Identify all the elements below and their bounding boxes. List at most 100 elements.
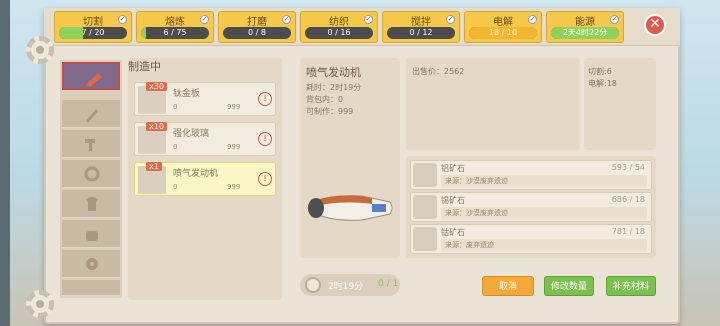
supply-materials-button[interactable]: 补充材料 [606,276,656,296]
progress-value: 0 / 16 [327,28,351,37]
material-name: 锡矿石 [441,196,465,205]
category-2[interactable] [62,100,120,128]
detail-name: 喷气发动机 [306,66,361,79]
item-count: x1 [146,162,162,171]
item-count: x30 [146,82,167,91]
item-stock: 0 [173,143,178,151]
material-name: 铝矿石 [441,164,465,173]
tab-polishing[interactable]: 打磨 ✓ 0 / 8 [218,11,296,43]
material-source: 来源：沙漠废弃遗迹 [441,175,647,187]
item-icon: x10 [138,122,167,154]
progress-value: 0 / 8 [248,28,266,37]
jet-engine-icon [307,195,393,221]
category-cutting[interactable] [62,62,120,90]
material-source: 来源：沙漠废弃遗迹 [441,207,647,219]
progress-value: 6 / 75 [163,28,187,37]
pot-icon [86,231,98,241]
progress-bar: 0 / 12 [387,27,455,39]
item-detail: 喷气发动机 耗时：2时19分 背包内：0 可制作：999 [300,58,400,258]
item-name: 强化玻璃 [173,129,210,139]
progress-bar: 2天4时22分 [551,27,619,39]
ring-icon [84,166,100,182]
check-icon: ✓ [200,15,209,24]
detail-craftable: 可制作：999 [306,107,354,116]
item-icon: x1 [138,162,166,194]
hammer-icon [85,139,95,151]
progress-bar: 0 / 8 [223,27,291,39]
item-max: 999 [227,143,241,151]
progress-value: 0 / 12 [409,28,433,37]
check-icon: ✓ [282,15,291,24]
material-item[interactable]: 锡矿石 686 / 18 来源：沙漠废弃遗迹 [410,192,652,222]
screen-edge [0,0,10,326]
crafting-queue: 制造中 x30 钛金板 0 999 ! x10 强化玻璃 0 999 ! x1 … [128,58,282,300]
material-source: 来源：废弃遗迹 [441,239,647,251]
tab-smelting[interactable]: 熔炼 ✓ 6 / 75 [136,11,214,43]
close-button[interactable]: ✕ [644,14,666,36]
timer-text: 2时19分 [328,282,364,292]
gear-decoration-icon [26,36,54,64]
progress-value: 18 / 10 [488,28,518,37]
material-count: 686 / 18 [611,195,645,204]
progress-value: 2天4时22分 [562,28,608,37]
pen-icon [86,109,98,123]
ore-icon [413,227,437,251]
item-stock: 0 [173,103,178,111]
tab-mixing[interactable]: 搅拌 ✓ 0 / 12 [382,11,460,43]
tab-electrolysis[interactable]: 电解 ✓ 18 / 10 [464,11,542,43]
warning-icon: ! [258,92,272,106]
item-max: 999 [227,183,241,191]
progress-bar: 0 / 16 [305,27,373,39]
saw-icon [86,73,102,87]
progress-bar: 18 / 10 [469,27,537,39]
category-3[interactable] [62,130,120,158]
warning-icon: ! [258,132,272,146]
sell-price: 出售价：2562 [412,67,465,76]
category-sidebar [60,60,122,298]
item-name: 钛金板 [173,89,201,99]
tab-energy[interactable]: 能源 ✓ 2天4时22分 [546,11,624,43]
category-5[interactable] [62,190,120,218]
material-count: 593 / 54 [611,163,645,172]
check-icon: ✓ [446,15,455,24]
queue-item-selected[interactable]: x1 喷气发动机 0 999 ! [134,162,276,196]
detail-time: 耗时：2时19分 [306,83,362,92]
category-8[interactable] [62,280,120,296]
process-info: 切割:6 电解:18 [584,58,656,150]
check-icon: ✓ [364,15,373,24]
queue-title: 制造中 [128,60,161,73]
tab-weaving[interactable]: 纺织 ✓ 0 / 16 [300,11,378,43]
item-max: 999 [227,103,241,111]
queue-item[interactable]: x30 钛金板 0 999 ! [134,82,276,116]
cog-icon [86,258,98,270]
queue-item[interactable]: x10 强化玻璃 0 999 ! [134,122,276,156]
price-info: 出售价：2562 [406,58,580,150]
warning-icon: ! [258,172,272,186]
item-icon: x30 [138,82,167,114]
ore-icon [413,195,437,219]
item-count: x10 [146,122,167,131]
check-icon: ✓ [528,15,537,24]
shirt-icon [86,197,98,211]
item-stock: 0 [173,183,178,191]
category-4[interactable] [62,160,120,188]
material-name: 钴矿石 [441,228,465,237]
category-7[interactable] [62,250,120,278]
category-6[interactable] [62,220,120,248]
craft-timer: 2时19分 0 / 1 [300,274,400,296]
electrolysis-requirement: 电解:18 [588,79,617,88]
tab-cutting[interactable]: 切割 ✓ 7 / 20 [54,11,132,43]
item-name: 喷气发动机 [173,169,219,179]
cut-requirement: 切割:6 [588,67,612,76]
material-item[interactable]: 钴矿石 781 / 18 来源：废弃遗迹 [410,224,652,254]
material-count: 781 / 18 [611,227,645,236]
cancel-button[interactable]: 取消 [482,276,534,296]
modify-quantity-button[interactable]: 修改数量 [544,276,594,296]
material-item[interactable]: 铝矿石 593 / 54 来源：沙漠废弃遗迹 [410,160,652,190]
ore-icon [413,163,437,187]
progress-value: 7 / 20 [81,28,105,37]
clock-icon [305,277,321,293]
materials-list: 铝矿石 593 / 54 来源：沙漠废弃遗迹 锡矿石 686 / 18 来源：沙… [406,156,656,258]
detail-stock: 背包内：0 [306,95,344,104]
timer-count: 0 / 1 [378,279,399,289]
